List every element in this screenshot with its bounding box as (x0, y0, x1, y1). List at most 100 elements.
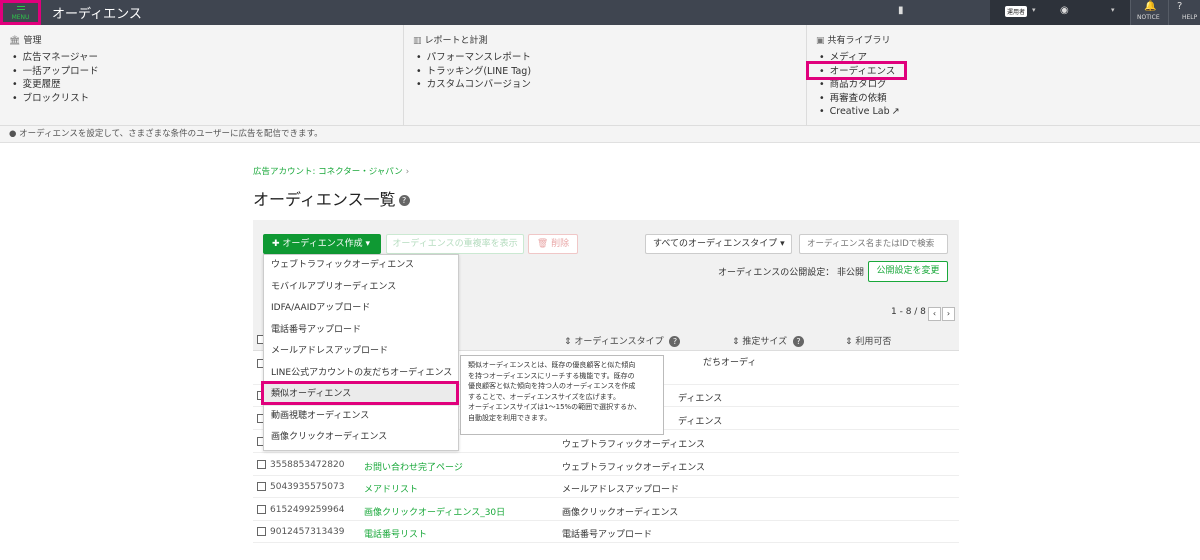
row-type: ディエンス (678, 394, 723, 404)
menu-item-tracking[interactable]: トラッキング(LINE Tag) (416, 65, 531, 79)
row-id: 5043935575073 (270, 482, 345, 492)
menu-label: MENU (11, 14, 30, 21)
document-icon[interactable]: ▮ (898, 5, 904, 16)
row-name-link[interactable]: 電話番号リスト (364, 527, 427, 540)
column-size[interactable]: ⇕ 推定サイズ ? (732, 334, 805, 347)
row-id: 9012457313439 (270, 527, 345, 537)
menu-item-performance-report[interactable]: パフォーマンスレポート (416, 51, 531, 65)
help-icon[interactable]: ? (1177, 1, 1182, 12)
menu-item-bulk-upload[interactable]: 一括アップロード (12, 65, 99, 79)
menu-item-re-review[interactable]: 再審査の依頼 (819, 92, 900, 106)
column-usable[interactable]: ⇕ 利用可否 (845, 334, 891, 347)
row-type: 画像クリックオーディエンス (562, 508, 679, 518)
hamburger-icon (17, 6, 25, 12)
top-bar: MENU オーディエンス ▮ 運用者 ▾ ◉ ▾ 🔔 NOTICE ? HELP (0, 0, 1200, 25)
dropdown-item-image-click[interactable]: 画像クリックオーディエンス (264, 427, 458, 449)
delete-button[interactable]: 🗑 削除 (528, 234, 578, 254)
type-select-value: すべてのオーディエンスタイプ (653, 239, 778, 249)
dropdown-item-video-view[interactable]: 動画視聴オーディエンス (264, 406, 458, 428)
dropdown-item-web-traffic[interactable]: ウェブトラフィックオーディエンス (264, 255, 458, 277)
heading-label: 共有ライブラリ (827, 36, 891, 46)
create-audience-button[interactable]: ✚ オーディエンス作成 ▾ (263, 234, 381, 254)
row-name-link[interactable]: メアドリスト (364, 482, 418, 495)
heading-label: レポートと計測 (424, 36, 488, 46)
menu-heading-management: 🏛 管理 (9, 33, 41, 46)
highlight-audience-menu (806, 61, 907, 80)
audience-type-select[interactable]: すべてのオーディエンスタイプ ▾ (645, 234, 792, 254)
row-type: ディエンス (678, 417, 723, 427)
table-row: 5043935575073 メアドリスト メールアドレスアップロード (253, 476, 959, 498)
dropdown-item-idfa-upload[interactable]: IDFA/AAIDアップロード (264, 298, 458, 320)
row-checkbox[interactable] (257, 482, 266, 491)
row-name-link[interactable]: お問い合わせ完了ページ (364, 460, 463, 473)
chevron-down-icon[interactable]: ▾ (1111, 6, 1115, 14)
tooltip-line: することで、オーディエンスサイズを広げます。 (468, 392, 620, 401)
dropdown-item-phone-upload[interactable]: 電話番号アップロード (264, 320, 458, 342)
info-icon: ● (9, 129, 17, 139)
user-icon[interactable]: ◉ (1060, 5, 1069, 16)
row-checkbox[interactable] (257, 527, 266, 536)
breadcrumb: 広告アカウント: コネクター・ジャパン › (253, 165, 409, 177)
reports-list: パフォーマンスレポート トラッキング(LINE Tag) カスタムコンバージョン (416, 51, 531, 92)
search-input[interactable] (799, 234, 948, 254)
help-icon[interactable]: ? (398, 195, 410, 206)
breadcrumb-separator: › (405, 167, 410, 177)
row-type: ウェブトラフィックオーディエンス (562, 463, 706, 473)
overlap-rate-button[interactable]: オーディエンスの重複率を表示 (386, 234, 524, 254)
image-icon: ▣ (816, 36, 825, 46)
bell-icon[interactable]: 🔔 (1144, 1, 1156, 12)
divider (1168, 0, 1169, 25)
column-type[interactable]: ⇕ オーディエンスタイプ ? (564, 334, 681, 347)
menu-item-creative-lab[interactable]: Creative Lab↗ (819, 105, 900, 119)
row-name-link[interactable]: 画像クリックオーディエンス_30日 (364, 505, 505, 518)
row-checkbox[interactable] (257, 505, 266, 514)
menu-button[interactable]: MENU (0, 0, 41, 25)
tooltip-line: を持つオーディエンスにリーチする機能です。既存の (468, 371, 635, 380)
menu-heading-shared-library: ▣ 共有ライブラリ (816, 33, 891, 46)
menu-item-custom-conversion[interactable]: カスタムコンバージョン (416, 78, 531, 92)
lookalike-tooltip: 類似オーディエンスとは、既存の優良顧客と似た傾向 を持つオーディエンスにリーチす… (460, 355, 664, 435)
create-label: オーディエンス作成 (282, 239, 363, 249)
caret-down-icon: ▾ (365, 239, 371, 249)
tooltip-line: 優良顧客と似た傾向を持つ人のオーディエンスを作成 (468, 382, 636, 390)
prev-page-button[interactable]: ‹ (928, 307, 941, 321)
highlight-lookalike (261, 381, 459, 405)
notice-label[interactable]: NOTICE (1137, 14, 1160, 21)
help-icon: ? (669, 336, 681, 347)
change-public-setting-button[interactable]: 公開設定を変更 (868, 261, 948, 282)
row-checkbox[interactable] (257, 460, 266, 469)
tooltip-line: 類似オーディエンスとは、既存の優良顧客と似た傾向 (468, 361, 636, 369)
column-size-label: 推定サイズ (742, 337, 788, 347)
page-title: オーディエンス一覧? (253, 186, 410, 210)
breadcrumb-account[interactable]: 広告アカウント: コネクター・ジャパン (253, 167, 403, 177)
row-id: 3558853472820 (270, 460, 345, 470)
dropdown-item-mobile-app[interactable]: モバイルアプリオーディエンス (264, 277, 458, 299)
tooltip-line: 自動設定を利用できます。 (468, 413, 552, 422)
trash-icon: 🗑 (536, 239, 549, 249)
create-audience-dropdown: ウェブトラフィックオーディエンス モバイルアプリオーディエンス IDFA/AAI… (263, 254, 459, 451)
tooltip-line: オーディエンスサイズは1～15%の範囲で選択するか、 (468, 403, 642, 411)
menu-item-product-catalog[interactable]: 商品カタログ (819, 78, 900, 92)
menu-item-ad-manager[interactable]: 広告マネージャー (12, 51, 99, 65)
column-usable-label: 利用可否 (855, 337, 892, 347)
table-row: 3558853472820 お問い合わせ完了ページ ウェブトラフィックオーディエ… (253, 454, 959, 476)
table-row: 6152499259964 画像クリックオーディエンス_30日 画像クリックオー… (253, 499, 959, 521)
row-type: だちオーディ (703, 358, 757, 368)
external-link-icon: ↗ (891, 106, 900, 117)
menu-heading-reports: ▥ レポートと計測 (413, 33, 488, 46)
menu-column-management: 🏛管理 広告マネージャー 一括アップロード 変更履歴 ブロックリスト (0, 25, 404, 126)
page-title-text: オーディエンス一覧 (253, 190, 396, 209)
chevron-down-icon[interactable]: ▾ (1032, 6, 1036, 14)
dropdown-item-email-upload[interactable]: メールアドレスアップロード (264, 341, 458, 363)
menu-item-change-history[interactable]: 変更履歴 (12, 78, 99, 92)
next-page-button[interactable]: › (942, 307, 955, 321)
bar-chart-icon: ▥ (413, 36, 422, 46)
table-row: 9012457313439 電話番号リスト 電話番号アップロード (253, 521, 959, 543)
caret-down-icon: ▾ (780, 239, 785, 249)
info-text: オーディエンスを設定して、さまざまな条件のユーザーに広告を配信できます。 (19, 129, 323, 139)
row-type: メールアドレスアップロード (562, 485, 680, 495)
account-name[interactable]: 運用者 (1005, 6, 1028, 17)
help-label[interactable]: HELP (1182, 14, 1197, 21)
divider (1130, 0, 1131, 25)
menu-item-block-list[interactable]: ブロックリスト (12, 92, 99, 106)
